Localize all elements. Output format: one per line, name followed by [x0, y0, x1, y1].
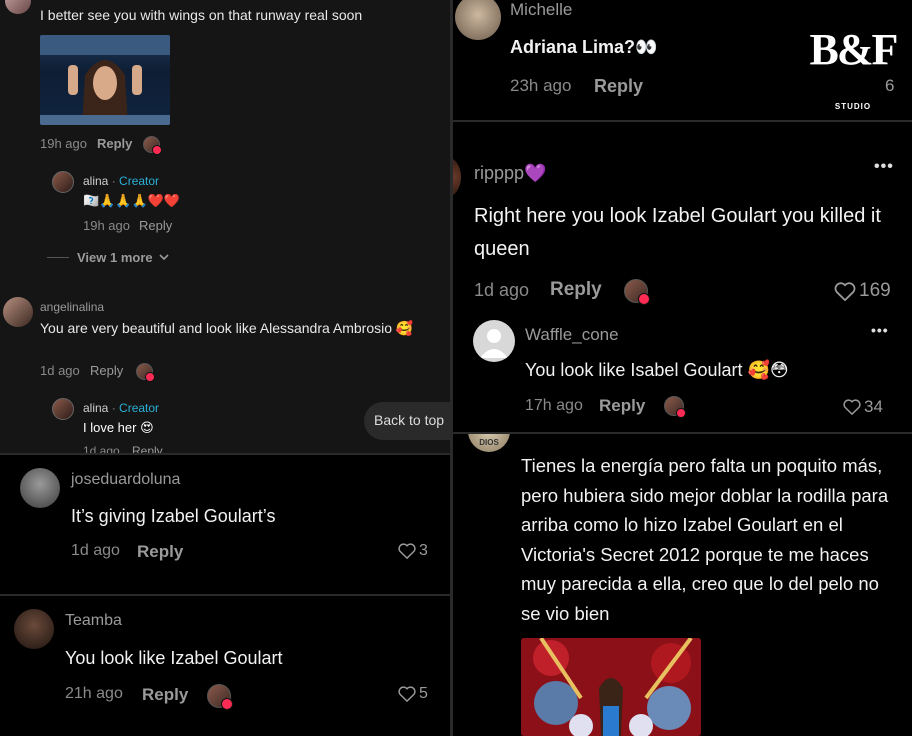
- comment-time: 19h ago: [40, 136, 87, 151]
- comment-image[interactable]: [40, 35, 170, 125]
- default-avatar[interactable]: [473, 320, 515, 362]
- avatar[interactable]: [20, 468, 60, 508]
- avatar[interactable]: [453, 157, 461, 197]
- comment-text: I better see you with wings on that runw…: [40, 7, 363, 23]
- comment-text: You look like Izabel Goulart: [65, 648, 283, 668]
- brand-logo: B&F STUDIO: [808, 25, 899, 112]
- like-count: 3: [419, 542, 428, 559]
- reply-text: I love her 😍: [83, 420, 154, 435]
- avatar[interactable]: [14, 609, 54, 649]
- comment-panel-f: DIOS Tienes la energía pero falta un poq…: [453, 434, 912, 736]
- creator-liked-icon: [207, 684, 233, 710]
- runway-photo: [521, 638, 701, 736]
- comment-text: It’s giving Izabel Goulart’s: [71, 506, 276, 526]
- reply-time: 1d ago: [83, 444, 120, 453]
- comment-panel-c: Teamba You look like Izabel Goulart 21h …: [0, 596, 450, 736]
- comment-username[interactable]: Michelle: [510, 0, 572, 20]
- reply-time: 19h ago: [83, 218, 130, 233]
- creator-liked-icon: [624, 279, 650, 305]
- comment-username[interactable]: angelinalina: [40, 300, 104, 314]
- view-more-button[interactable]: View 1 more: [77, 250, 169, 265]
- like-count: 34: [864, 397, 883, 416]
- reply-username[interactable]: alina: [83, 174, 108, 188]
- view-more-line: [47, 257, 69, 258]
- like-button[interactable]: 169: [834, 280, 891, 302]
- like-count: 169: [859, 280, 891, 301]
- creator-badge: Creator: [119, 174, 160, 188]
- reply-button[interactable]: Reply: [139, 218, 172, 233]
- comment-text: Tienes la energía pero falta un poquito …: [521, 455, 889, 624]
- reply-button[interactable]: Reply: [142, 685, 188, 705]
- reply-username[interactable]: Waffle_cone: [525, 325, 619, 345]
- comment-time: 21h ago: [65, 685, 123, 702]
- more-options-icon[interactable]: •••: [871, 322, 889, 338]
- avatar[interactable]: [5, 0, 31, 14]
- reply-button[interactable]: Reply: [137, 542, 183, 562]
- logo-subtitle: STUDIO: [834, 102, 872, 111]
- avatar[interactable]: DIOS: [468, 434, 510, 452]
- comment-panel-a: I better see you with wings on that runw…: [0, 0, 450, 453]
- comment-text: Right here you look Izabel Goulart you k…: [474, 205, 881, 260]
- comment-panel-b: joseduardoluna It’s giving Izabel Goular…: [0, 455, 450, 594]
- more-options-icon[interactable]: •••: [874, 158, 894, 176]
- reply-header: alina · Creator: [83, 174, 159, 188]
- creator-liked-icon: [664, 396, 686, 418]
- comment-username[interactable]: ripppp💜: [474, 163, 546, 184]
- reply-username[interactable]: alina: [83, 401, 108, 415]
- heart-icon: [843, 399, 861, 415]
- creator-avatar[interactable]: [52, 171, 74, 193]
- reply-text: 🇽🇽🙏🙏🙏❤️❤️: [83, 193, 181, 208]
- chevron-down-icon: [159, 254, 169, 261]
- comment-username[interactable]: joseduardoluna: [71, 471, 180, 489]
- avatar-label: DIOS: [479, 438, 499, 447]
- comment-panel-e: ripppp💜 ••• Right here you look Izabel G…: [453, 122, 912, 432]
- avatar[interactable]: [3, 297, 33, 327]
- comment-image[interactable]: [521, 638, 701, 736]
- comment-username[interactable]: Teamba: [65, 612, 122, 630]
- reply-button[interactable]: Reply: [594, 76, 643, 97]
- reply-button[interactable]: Reply: [599, 396, 645, 416]
- comment-text: You are very beautiful and look like Ale…: [40, 320, 414, 336]
- comment-time: 1d ago: [40, 363, 80, 378]
- reply-button[interactable]: Reply: [132, 444, 163, 453]
- comment-time: 1d ago: [71, 542, 120, 559]
- comment-time: 1d ago: [474, 280, 530, 300]
- creator-avatar[interactable]: [52, 398, 74, 420]
- separator: ·: [108, 174, 120, 188]
- cat-avatar[interactable]: [455, 0, 501, 40]
- like-button[interactable]: 34: [843, 397, 883, 417]
- reply-header: alina · Creator: [83, 401, 159, 415]
- logo-mark: B&F: [809, 25, 899, 74]
- creator-liked-icon: [136, 363, 155, 382]
- reply-text: You look like Isabel Goulart 🥰😳: [525, 360, 789, 380]
- reply-button[interactable]: Reply: [97, 136, 132, 151]
- like-count: 5: [419, 685, 428, 702]
- image-photo: [40, 35, 170, 125]
- heart-icon: [398, 543, 416, 559]
- comment-panel-d: Michelle Adriana Lima?👀 23h ago Reply 6 …: [453, 0, 912, 120]
- heart-icon: [834, 281, 856, 301]
- like-button[interactable]: 3: [398, 542, 428, 560]
- heart-icon: [398, 686, 416, 702]
- comment-text: Adriana Lima?👀: [510, 37, 658, 57]
- comment-time: 23h ago: [510, 76, 572, 95]
- creator-liked-icon: [143, 136, 162, 155]
- creator-badge: Creator: [119, 401, 160, 415]
- reply-button[interactable]: Reply: [90, 363, 123, 378]
- reply-time: 17h ago: [525, 397, 583, 414]
- like-button[interactable]: 5: [398, 685, 428, 703]
- back-to-top-button[interactable]: Back to top: [364, 402, 450, 440]
- user-silhouette-icon: [480, 329, 508, 358]
- separator: ·: [108, 401, 120, 415]
- view-more-label: View 1 more: [77, 250, 153, 265]
- reply-button[interactable]: Reply: [550, 279, 602, 301]
